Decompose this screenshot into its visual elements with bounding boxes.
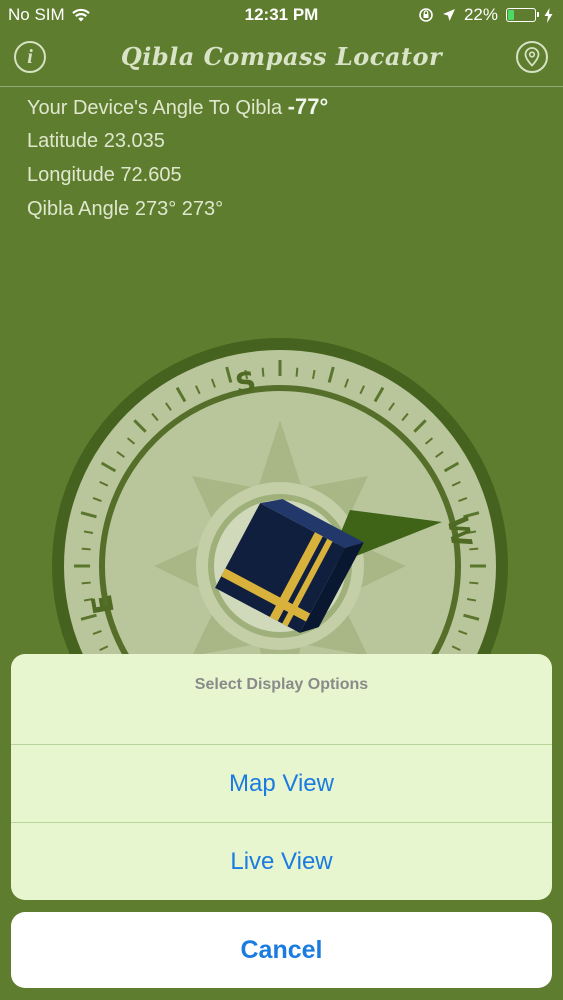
- live-view-button[interactable]: Live View: [11, 822, 552, 900]
- location-pin-icon: [524, 47, 540, 67]
- charging-bolt-icon: [544, 7, 553, 23]
- latitude-label: Latitude: [27, 130, 99, 152]
- compass-tick: [81, 581, 91, 585]
- device-angle-value: -77°: [287, 94, 329, 119]
- qibla-angle-row: Qibla Angle 273° 273°: [27, 197, 328, 231]
- map-view-button[interactable]: Map View: [11, 744, 552, 823]
- status-right: 22%: [418, 5, 553, 25]
- cancel-button[interactable]: Cancel: [11, 912, 552, 988]
- display-options-sheet: Select Display Options Map View Live Vie…: [11, 654, 552, 900]
- location-arrow-icon: [442, 9, 455, 21]
- longitude-label: Longitude: [27, 164, 115, 186]
- nav-bar: i Qibla Compass Locator: [0, 30, 563, 87]
- qibla-angle-value: 273° 273°: [134, 198, 224, 220]
- device-angle-row: Your Device's Angle To Qibla -77°: [27, 95, 328, 129]
- battery-icon: [506, 8, 539, 22]
- compass-tick: [261, 367, 265, 377]
- qibla-info: Your Device's Angle To Qibla -77° Latitu…: [27, 95, 328, 231]
- compass-tick: [295, 367, 299, 377]
- compass-tick: [469, 581, 479, 585]
- rotation-lock-icon: [419, 8, 433, 22]
- battery-percent: 22%: [463, 5, 498, 24]
- status-bar: No SIM 12:31 PM 22%: [0, 0, 563, 30]
- device-angle-label: Your Device's Angle To Qibla: [27, 97, 283, 119]
- longitude-row: Longitude 72.605: [27, 163, 328, 197]
- compass-tick: [469, 547, 479, 551]
- latitude-row: Latitude 23.035: [27, 129, 328, 163]
- compass-label-w: W: [441, 514, 479, 550]
- page-title: Qibla Compass Locator: [120, 42, 443, 71]
- battery-fill: [508, 10, 514, 20]
- qibla-angle-label: Qibla Angle: [27, 198, 130, 220]
- compass-tick: [81, 547, 91, 551]
- location-button[interactable]: [516, 41, 548, 73]
- latitude-value: 23.035: [103, 130, 165, 152]
- sheet-title: Select Display Options: [194, 676, 369, 693]
- longitude-value: 72.605: [120, 164, 182, 186]
